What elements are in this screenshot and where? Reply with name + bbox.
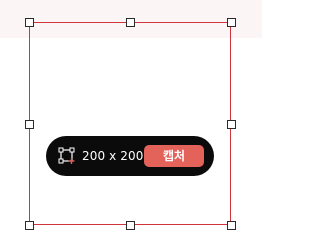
crop-icon — [58, 147, 75, 164]
resize-handle-top-left[interactable] — [25, 18, 34, 27]
capture-stage[interactable]: 200 x 200 캡처 — [0, 0, 262, 250]
capture-toolbar: 200 x 200 캡처 — [46, 136, 214, 176]
selection-rectangle[interactable] — [29, 22, 231, 225]
resize-handle-top-center[interactable] — [126, 18, 135, 27]
selection-size-readout: 200 x 200 — [82, 149, 144, 163]
resize-handle-middle-left[interactable] — [25, 120, 34, 129]
resize-handle-top-right[interactable] — [227, 18, 236, 27]
resize-handle-bottom-right[interactable] — [227, 221, 236, 230]
resize-handle-bottom-left[interactable] — [25, 221, 34, 230]
resize-handle-bottom-center[interactable] — [126, 221, 135, 230]
capture-button[interactable]: 캡처 — [144, 145, 204, 167]
resize-handle-middle-right[interactable] — [227, 120, 236, 129]
